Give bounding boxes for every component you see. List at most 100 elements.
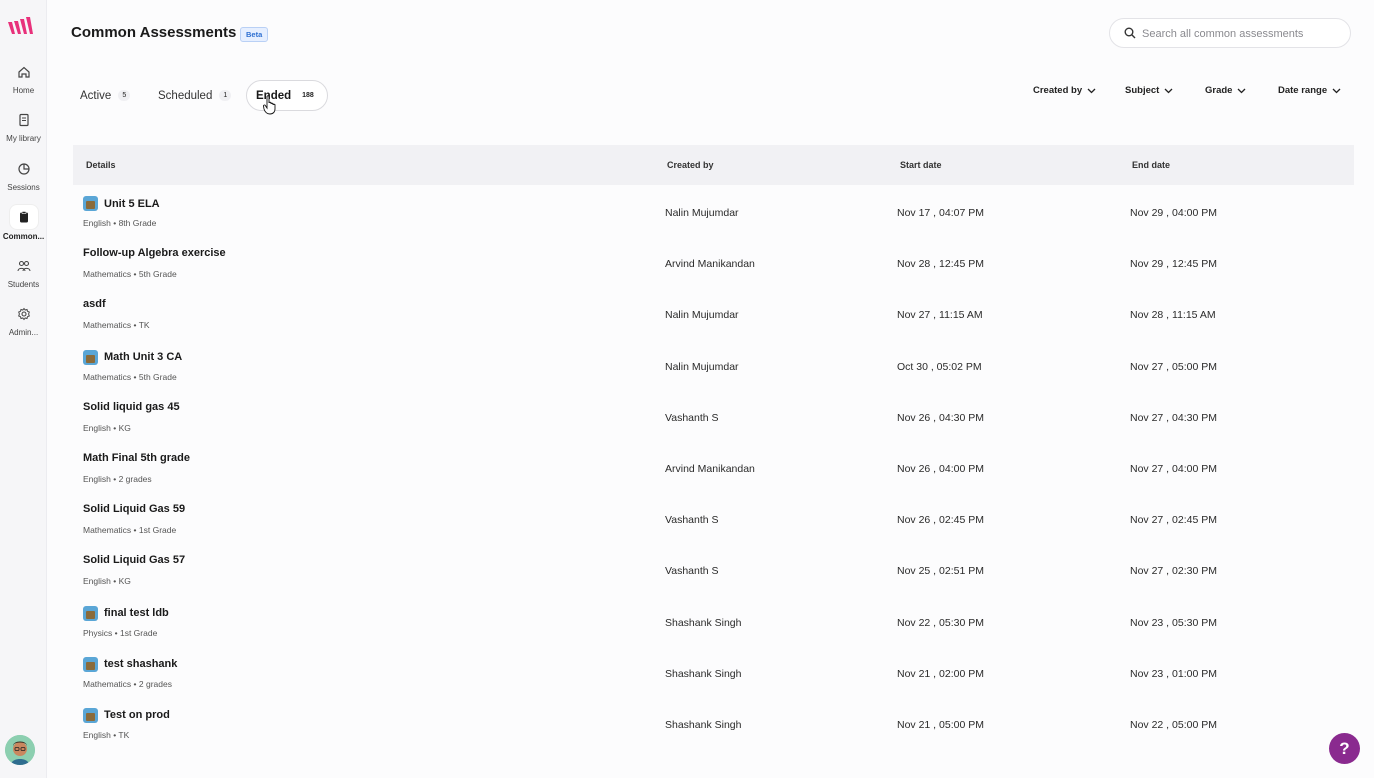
sidebar-item-sessions[interactable]: Sessions xyxy=(0,162,47,192)
start-date-cell: Nov 21 , 02:00 PM xyxy=(897,667,984,680)
start-date-cell: Nov 26 , 02:45 PM xyxy=(897,514,984,527)
sidebar-item-home[interactable]: Home xyxy=(0,65,47,95)
column-header-details: Details xyxy=(86,160,116,170)
sidebar-item-students[interactable]: Students xyxy=(0,259,47,289)
assessment-meta: English • KG xyxy=(83,422,131,433)
chevron-down-icon xyxy=(1332,88,1341,93)
sidebar-item-label: Common... xyxy=(2,232,45,241)
chevron-down-icon xyxy=(1238,88,1246,93)
column-header-created-by: Created by xyxy=(667,160,714,170)
beta-badge: Beta xyxy=(240,27,269,42)
end-date-cell: Nov 27 , 02:45 PM xyxy=(1130,514,1217,527)
filter-label: Grade xyxy=(1205,85,1233,96)
tab-active[interactable]: Active 5 xyxy=(71,80,139,111)
table-row[interactable]: Follow-up Algebra exercise Mathematics • … xyxy=(73,238,1354,289)
start-date-cell: Nov 21 , 05:00 PM xyxy=(897,718,984,731)
created-by-cell: Shashank Singh xyxy=(665,667,742,680)
created-by-cell: Shashank Singh xyxy=(665,616,742,629)
sessions-icon xyxy=(17,163,30,175)
assessment-title: Follow-up Algebra exercise xyxy=(83,247,226,260)
sidebar-item-label: Home xyxy=(12,86,35,95)
assessment-title: Unit 5 ELA xyxy=(104,197,160,210)
assessment-title: Solid liquid gas 45 xyxy=(83,400,180,413)
tab-label: Active xyxy=(80,89,112,102)
assessment-title: Test on prod xyxy=(104,709,170,722)
end-date-cell: Nov 27 , 05:00 PM xyxy=(1130,360,1217,373)
assessment-title-wrap: Math Unit 3 CA xyxy=(83,349,183,365)
sidebar-item-label: Students xyxy=(7,280,40,289)
table-row[interactable]: asdf Mathematics • TK Nalin Mujumdar Nov 27… xyxy=(73,289,1354,340)
assessment-meta: English • KG xyxy=(83,576,131,587)
start-date-cell: Nov 17 , 04:07 PM xyxy=(897,207,984,219)
gear-icon xyxy=(17,307,30,321)
created-by-cell: Nalin Mujumdar xyxy=(665,309,739,322)
tab-ended[interactable]: Ended 188 xyxy=(246,80,328,111)
students-icon xyxy=(16,260,31,272)
table-row[interactable]: Unit 5 ELA English • 8th Grade Nalin Mujum… xyxy=(73,187,1354,238)
created-by-cell: Vashanth S xyxy=(665,411,719,424)
assessment-meta: English • 2 grades xyxy=(83,473,152,484)
brand-logo[interactable] xyxy=(7,16,33,36)
assessment-thumbnail-icon xyxy=(83,196,98,211)
table-row[interactable]: Solid Liquid Gas 57 English • KG Vashanth … xyxy=(73,545,1354,596)
help-button[interactable]: ? xyxy=(1329,733,1360,764)
assessment-title-wrap: Solid Liquid Gas 59 xyxy=(83,503,185,515)
filter-created-by[interactable]: Created by xyxy=(1033,85,1096,96)
column-header-start-date: Start date xyxy=(900,160,942,170)
tab-count: 5 xyxy=(118,90,131,101)
end-date-cell: Nov 29 , 04:00 PM xyxy=(1130,207,1217,219)
assessment-meta: Mathematics • TK xyxy=(83,320,150,331)
assessment-title-wrap: Unit 5 ELA xyxy=(83,196,160,211)
assessment-title: Solid Liquid Gas 59 xyxy=(83,503,186,516)
search-icon xyxy=(1124,27,1136,39)
sidebar-item-common-assessments[interactable]: Common... xyxy=(0,205,47,241)
assessment-title-wrap: Solid Liquid Gas 57 xyxy=(83,554,185,566)
assessment-title: asdf xyxy=(83,298,106,311)
tab-label: Scheduled xyxy=(158,89,213,102)
assessment-title-wrap: Math Final 5th grade xyxy=(83,452,190,464)
table-row[interactable]: Test on prod English • TK Shashank Singh No… xyxy=(73,699,1354,750)
assessment-thumbnail-icon xyxy=(83,707,98,723)
assessment-title-wrap: asdf xyxy=(83,298,106,310)
table-row[interactable]: Solid liquid gas 45 English • KG Vashanth … xyxy=(73,392,1354,443)
assessment-title: Math Final 5th grade xyxy=(83,451,190,464)
table-row[interactable]: Math Final 5th grade English • 2 grades Ar… xyxy=(73,443,1354,494)
sidebar-item-my-library[interactable]: My library xyxy=(0,113,47,143)
end-date-cell: Nov 27 , 04:30 PM xyxy=(1130,411,1217,424)
tab-count: 1 xyxy=(219,90,232,101)
table-row[interactable]: Solid Liquid Gas 59 Mathematics • 1st Gra… xyxy=(73,494,1354,545)
start-date-cell: Oct 30 , 05:02 PM xyxy=(897,360,982,373)
clipboard-icon xyxy=(19,211,28,223)
chevron-down-icon xyxy=(1164,88,1173,93)
search-input[interactable] xyxy=(1142,25,1342,42)
end-date-cell: Nov 27 , 02:30 PM xyxy=(1130,565,1217,578)
assessment-title: Math Unit 3 CA xyxy=(104,351,183,364)
end-date-cell: Nov 22 , 05:00 PM xyxy=(1130,718,1217,731)
table-row[interactable]: test shashank Mathematics • 2 grades Shash… xyxy=(73,648,1354,699)
filter-grade[interactable]: Grade xyxy=(1205,85,1246,96)
table-row[interactable]: final test ldb Physics • 1st Grade Shashan… xyxy=(73,597,1354,648)
assessment-thumbnail-icon xyxy=(83,349,98,365)
search-box[interactable] xyxy=(1109,18,1351,48)
created-by-cell: Arvind Manikandan xyxy=(665,462,755,475)
created-by-cell: Shashank Singh xyxy=(665,718,742,731)
assessment-meta: Physics • 1st Grade xyxy=(83,627,158,638)
user-avatar[interactable] xyxy=(5,735,35,765)
assessment-meta: English • TK xyxy=(83,729,130,740)
sidebar-item-label: Admin... xyxy=(8,328,39,337)
start-date-cell: Nov 28 , 12:45 PM xyxy=(897,258,984,271)
filter-subject[interactable]: Subject xyxy=(1125,85,1173,96)
tab-scheduled[interactable]: Scheduled 1 xyxy=(149,80,240,111)
chevron-down-icon xyxy=(1087,88,1096,93)
column-header-end-date: End date xyxy=(1132,160,1171,170)
start-date-cell: Nov 27 , 11:15 AM xyxy=(897,309,983,322)
table-row[interactable]: Math Unit 3 CA Mathematics • 5th Grade Nal… xyxy=(73,341,1354,392)
created-by-cell: Vashanth S xyxy=(665,514,719,527)
sidebar-item-admin[interactable]: Admin... xyxy=(0,307,47,337)
filter-date-range[interactable]: Date range xyxy=(1278,85,1341,96)
filter-label: Subject xyxy=(1125,85,1160,96)
created-by-cell: Vashanth S xyxy=(665,565,719,578)
sidebar: Home My library Sessions Common... Stude… xyxy=(0,0,47,778)
created-by-cell: Arvind Manikandan xyxy=(665,258,755,271)
assessment-title-wrap: test shashank xyxy=(83,656,177,672)
